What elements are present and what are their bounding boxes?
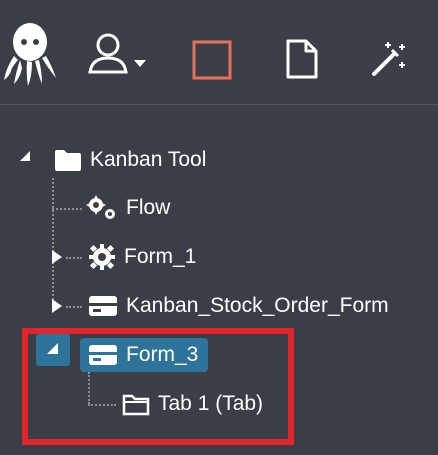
user-menu-button[interactable] xyxy=(86,32,152,81)
tree-node-root[interactable]: Kanban Tool xyxy=(54,143,206,177)
tree-node-kanban-stock-order-form[interactable]: Kanban_Stock_Order_Form xyxy=(88,289,389,323)
expand-toggle-root[interactable] xyxy=(16,147,34,165)
tree-node-label: Form_1 xyxy=(124,245,197,268)
tree-node-label: Kanban_Stock_Order_Form xyxy=(126,294,389,317)
square-icon[interactable] xyxy=(192,40,234,85)
tree-node-label: Flow xyxy=(126,196,171,219)
tree-connector xyxy=(52,208,82,210)
gear-icon xyxy=(88,243,116,271)
tree-node-form-1[interactable]: Form_1 xyxy=(88,240,196,274)
annotation-highlight xyxy=(22,328,294,445)
expand-toggle-form-1[interactable] xyxy=(48,248,66,266)
tree-connector xyxy=(52,178,54,300)
octopus-logo-icon xyxy=(2,20,58,91)
expand-arrow-icon xyxy=(52,250,62,264)
toolbar xyxy=(0,0,438,105)
expand-toggle-kanban-stock-order-form[interactable] xyxy=(48,297,66,315)
form-icon xyxy=(88,295,118,317)
collapse-arrow-icon xyxy=(20,151,30,161)
tree-connector xyxy=(66,257,82,259)
folder-icon xyxy=(54,148,82,172)
magic-wand-icon[interactable] xyxy=(368,38,410,85)
gears-icon xyxy=(86,195,118,221)
expand-arrow-icon xyxy=(52,299,62,313)
tree-node-label: Kanban Tool xyxy=(90,148,207,171)
tree-connector xyxy=(66,306,82,308)
document-icon[interactable] xyxy=(285,38,319,85)
user-icon xyxy=(88,33,146,74)
tree-node-flow[interactable]: Flow xyxy=(86,191,170,225)
